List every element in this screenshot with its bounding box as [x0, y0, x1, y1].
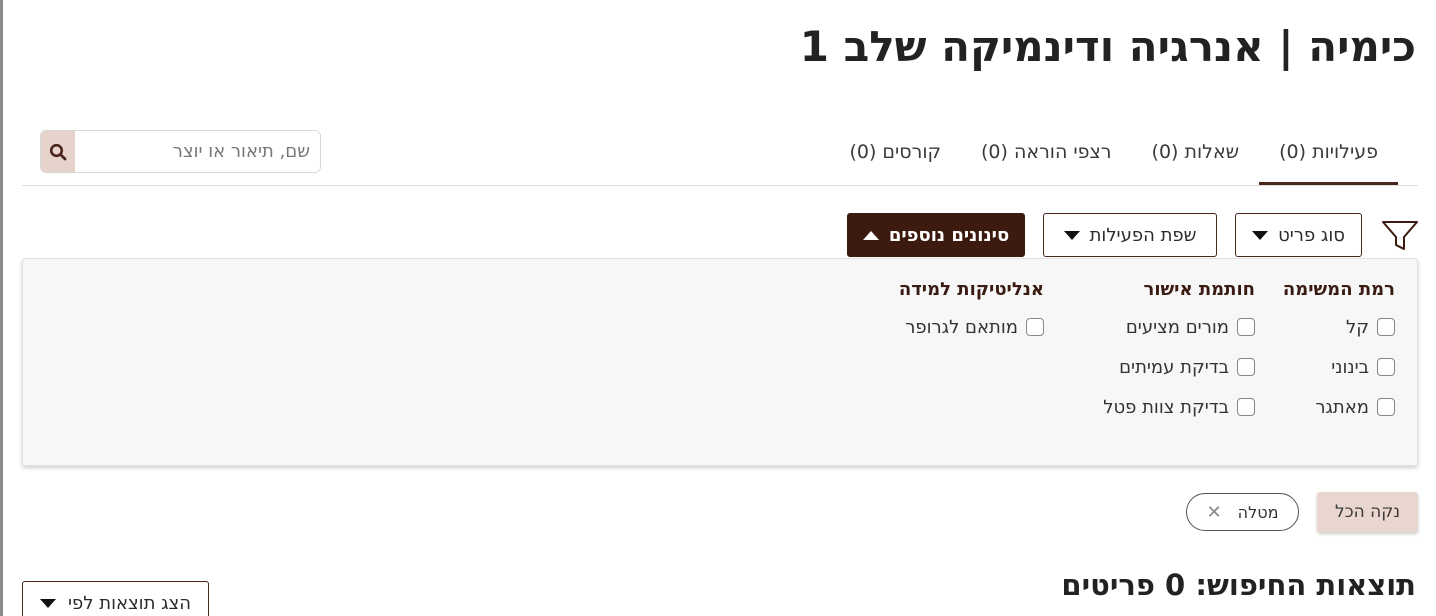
tab-questions[interactable]: שאלות (0) — [1132, 118, 1260, 186]
search-button[interactable] — [41, 131, 75, 172]
checkbox[interactable] — [1237, 358, 1255, 376]
tabs-divider — [22, 185, 1418, 186]
tab-courses[interactable]: קורסים (0) — [829, 118, 961, 186]
activity-language-label: שפת הפעילות — [1089, 224, 1197, 246]
clear-all-button[interactable]: נקה הכל — [1317, 492, 1418, 532]
more-filters-button[interactable]: סינונים נוספים — [847, 213, 1025, 257]
page-title: כימיה | אנרגיה ודינמיקה שלב 1 — [799, 22, 1416, 71]
window-edge — [0, 0, 3, 616]
tab-teaching-sequences[interactable]: רצפי הוראה (0) — [961, 118, 1132, 186]
group-title: אנליטיקות למידה — [898, 279, 1044, 300]
checkbox[interactable] — [1237, 398, 1255, 416]
filter-group-approval-stamp: חותמת אישור מורים מציעים בדיקת עמיתים בד… — [1103, 279, 1255, 427]
option-medium[interactable]: בינוני — [1283, 347, 1395, 387]
sort-dropdown[interactable]: הצג תוצאות לפי — [22, 581, 209, 616]
close-icon[interactable]: ✕ — [1207, 502, 1222, 523]
search-icon — [49, 143, 67, 160]
more-filters-label: סינונים נוספים — [888, 224, 1010, 246]
chip-label: מטלה — [1237, 502, 1279, 522]
checkbox[interactable] — [1026, 318, 1044, 336]
checkbox[interactable] — [1237, 318, 1255, 336]
activity-language-dropdown[interactable]: שפת הפעילות — [1043, 213, 1217, 257]
results-title: תוצאות החיפוש: 0 פריטים — [1061, 568, 1416, 602]
tab-activities[interactable]: פעילויות (0) — [1259, 118, 1398, 186]
more-filters-panel: רמת המשימה קל בינוני מאתגר חותמת אישור מ… — [22, 258, 1418, 466]
item-type-label: סוג פריט — [1278, 224, 1345, 246]
tab-bar: פעילויות (0) שאלות (0) רצפי הוראה (0) קו… — [829, 118, 1398, 186]
chevron-up-icon — [862, 230, 879, 240]
option-teachers-suggest[interactable]: מורים מציעים — [1103, 307, 1255, 347]
filter-group-task-level: רמת המשימה קל בינוני מאתגר — [1283, 279, 1395, 427]
chevron-down-icon — [40, 598, 57, 608]
active-filter-chip: מטלה ✕ — [1186, 493, 1299, 531]
checkbox[interactable] — [1377, 318, 1395, 336]
option-peer-review[interactable]: בדיקת עמיתים — [1103, 347, 1255, 387]
chevron-down-icon — [1063, 230, 1080, 240]
group-title: חותמת אישור — [1143, 279, 1256, 300]
checkbox[interactable] — [1377, 358, 1395, 376]
item-type-dropdown[interactable]: סוג פריט — [1235, 213, 1362, 257]
chevron-down-icon — [1252, 230, 1269, 240]
sort-label: הצג תוצאות לפי — [68, 592, 191, 614]
checkbox[interactable] — [1377, 398, 1395, 416]
filter-icon — [1382, 221, 1418, 250]
option-challenging[interactable]: מאתגר — [1283, 387, 1395, 427]
search-box — [40, 130, 321, 173]
group-title: רמת המשימה — [1282, 279, 1395, 300]
search-input[interactable] — [75, 131, 320, 172]
option-easy[interactable]: קל — [1283, 307, 1395, 347]
option-petel-team-review[interactable]: בדיקת צוות פטל — [1103, 387, 1255, 427]
filter-group-learning-analytics: אנליטיקות למידה מותאם לגרופר — [899, 279, 1044, 347]
option-grouper-adapted[interactable]: מותאם לגרופר — [899, 307, 1044, 347]
